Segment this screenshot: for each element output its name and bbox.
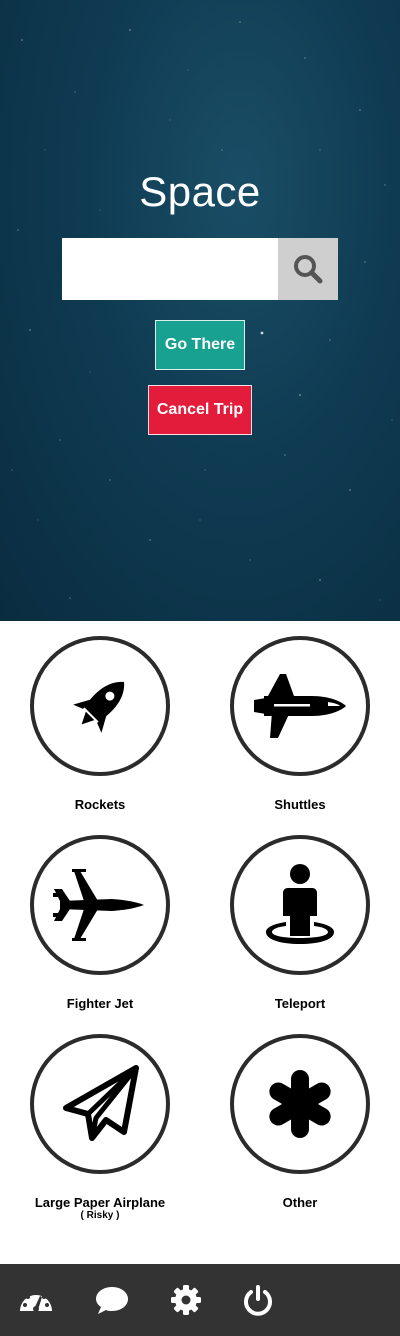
hero-banner: Space Go There Cancel Trip — [0, 0, 400, 621]
option-label: Fighter Jet — [66, 996, 134, 1011]
asterisk-icon — [269, 1070, 331, 1138]
cancel-trip-button[interactable]: Cancel Trip — [148, 385, 252, 435]
search-button[interactable] — [278, 238, 338, 300]
option-label: Other — [282, 1195, 318, 1210]
chat-icon — [96, 1287, 128, 1314]
option-circle[interactable] — [230, 636, 370, 776]
option-label: Rockets — [74, 797, 126, 812]
dashboard-icon — [20, 1291, 52, 1312]
nav-chat[interactable] — [94, 1282, 130, 1318]
search-icon — [294, 255, 323, 284]
power-icon — [244, 1285, 272, 1316]
option-label: Teleport — [274, 996, 326, 1011]
option-circle[interactable] — [230, 1034, 370, 1174]
option-label: Shuttles — [274, 797, 326, 812]
search-input[interactable] — [62, 238, 278, 300]
space-shuttle-icon — [254, 674, 346, 738]
option-circle[interactable] — [230, 835, 370, 975]
page-title: Space — [139, 168, 261, 215]
fighter-jet-icon — [53, 869, 144, 941]
option-label: Large Paper Airplane — [34, 1195, 166, 1210]
option-sublabel: ( Risky ) — [80, 1210, 120, 1221]
rocket-icon — [73, 681, 125, 733]
nav-settings[interactable] — [168, 1282, 204, 1318]
starfield-background — [11, 21, 393, 601]
nav-dashboard[interactable] — [18, 1282, 54, 1318]
option-circle[interactable] — [30, 835, 170, 975]
option-circle[interactable] — [30, 636, 170, 776]
nav-power[interactable] — [240, 1282, 276, 1318]
bottom-nav-bar — [0, 1264, 400, 1336]
teleport-icon — [266, 864, 334, 944]
paper-plane-icon — [63, 1065, 139, 1141]
option-circle[interactable] — [30, 1034, 170, 1174]
gear-icon — [171, 1285, 201, 1315]
go-there-button[interactable]: Go There — [155, 320, 245, 370]
